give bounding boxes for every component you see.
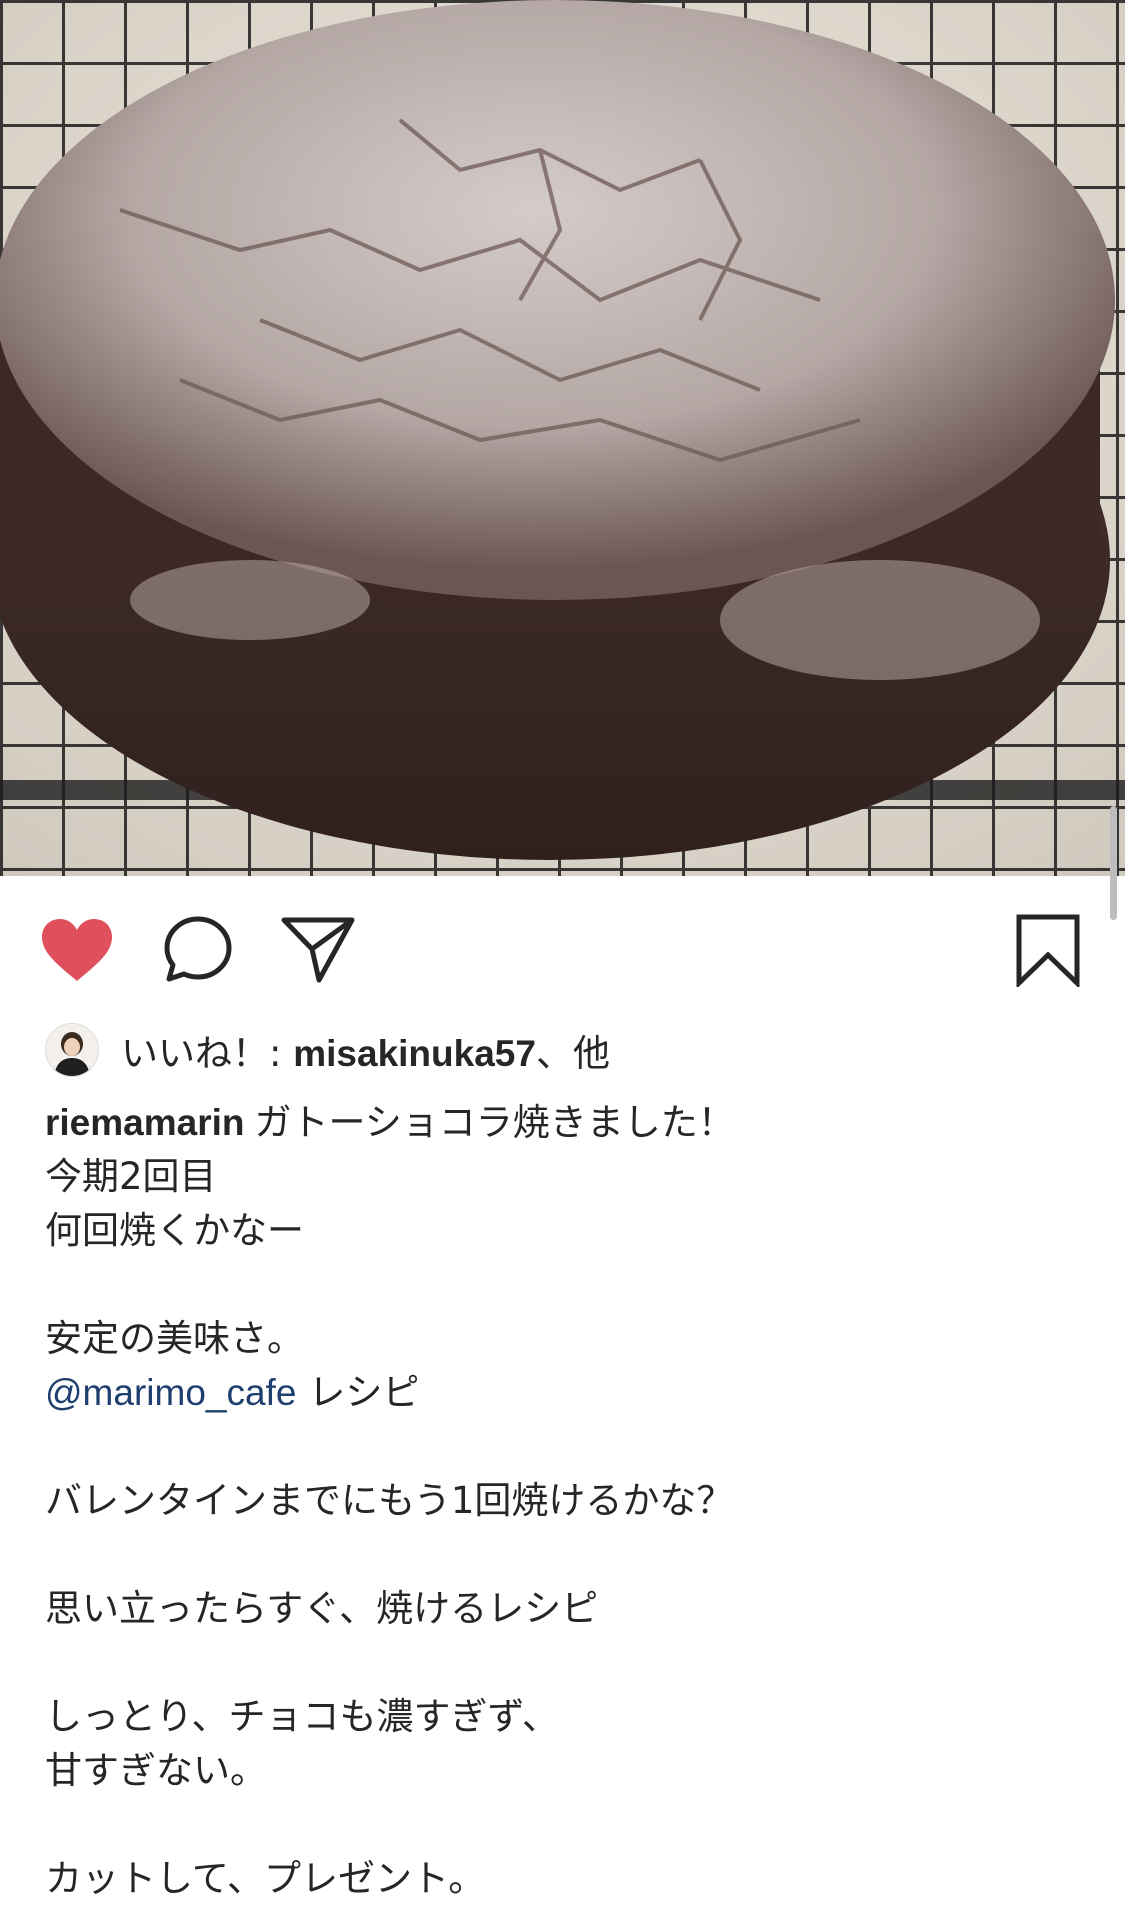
likes-text: いいね！: misakinuka57、他	[121, 1023, 610, 1077]
caption-blank	[45, 1258, 1065, 1312]
mention-suffix: レシピ	[308, 1371, 420, 1414]
comment-bubble-icon	[164, 916, 232, 982]
caption-username[interactable]: riemamarin	[45, 1102, 245, 1143]
avatar[interactable]	[45, 1023, 99, 1077]
cake-photo	[0, 0, 1125, 876]
paper-plane-icon	[281, 917, 355, 983]
post-image[interactable]	[0, 0, 1125, 876]
likes-user-link[interactable]: misakinuka57	[293, 1033, 536, 1074]
caption-line-3: 何回焼くかなー	[45, 1209, 304, 1252]
caption-line-7: 思い立ったらすぐ、焼けるレシピ	[45, 1587, 599, 1630]
caption-line-5: @marimo_cafe レシピ	[45, 1366, 1065, 1420]
caption-blank	[45, 1528, 1065, 1582]
share-button[interactable]	[278, 910, 358, 990]
caption: riemamarin ガトーショコラ焼きました！ 今期2回目 何回焼くかなー 安定…	[45, 1096, 1065, 1906]
caption-line-6: バレンタインまでにもう1回焼けるかな？	[45, 1479, 734, 1522]
heart-filled-icon	[42, 919, 112, 981]
caption-blank	[45, 1420, 1065, 1474]
caption-line-8: しっとり、チョコも濃すぎず、	[45, 1695, 559, 1738]
caption-line-10: カットして、プレゼント。	[45, 1857, 486, 1900]
caption-line-1: riemamarin ガトーショコラ焼きました！	[45, 1096, 1065, 1150]
like-button[interactable]	[37, 910, 117, 990]
caption-text: ガトーショコラ焼きました！	[254, 1101, 735, 1144]
likes-suffix[interactable]: 、他	[536, 1032, 610, 1075]
comment-button[interactable]	[158, 910, 238, 990]
mention-link[interactable]: @marimo_cafe	[45, 1372, 296, 1413]
caption-blank	[45, 1798, 1065, 1852]
action-bar	[0, 876, 1125, 1018]
bookmark-icon	[1016, 914, 1080, 987]
caption-blank	[45, 1636, 1065, 1690]
avatar-image	[46, 1024, 98, 1076]
save-button[interactable]	[1008, 910, 1088, 990]
caption-line-9: 甘すぎない。	[45, 1749, 267, 1792]
likes-row[interactable]: いいね！: misakinuka57、他	[45, 1018, 610, 1082]
likes-prefix: いいね！:	[121, 1032, 294, 1075]
caption-line-2: 今期2回目	[45, 1155, 217, 1198]
caption-line-4: 安定の美味さ。	[45, 1317, 304, 1360]
